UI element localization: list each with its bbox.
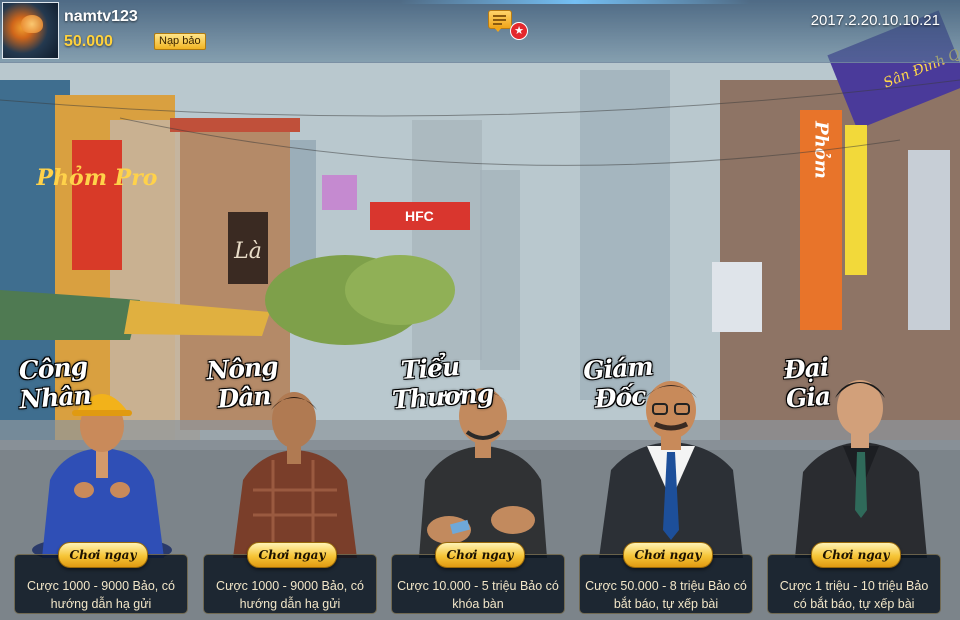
play-now-button[interactable]: Chơi ngay [811,542,901,568]
balance-amount: 50.000 [64,33,113,50]
game-title: Giám Đốc [582,351,654,414]
game-title: Công Nhân [17,351,92,415]
jellyfish-icon [21,15,43,33]
topup-button[interactable]: Nạp bảo [154,33,206,50]
game-title: Đại Gia [782,352,831,414]
game-card-cong-nhan: Công Nhân Cược 1000 - 9000 Bảo, có hướng… [14,300,190,616]
svg-text:Phỏm Pro: Phỏm Pro [36,165,158,191]
game-card-tieu-thuong: Tiểu Thương Cược 10.000 - 5 triệu Bảo có… [391,300,567,616]
play-now-button[interactable]: Chơi ngay [435,542,525,568]
top-glow-divider [400,0,750,4]
datetime-display: 2017.2.20.10.10.21 [810,12,940,29]
play-now-button[interactable]: Chơi ngay [58,542,148,568]
svg-text:Là: Là [233,239,262,264]
game-title: Nông Dân [205,351,279,414]
game-title: Tiểu Thương [391,352,495,415]
username: namtv123 [64,8,138,25]
game-card-giam-doc: Giám Đốc Cược 50.000 - 8 triệu Bảo có bắ… [579,300,755,616]
svg-text:HFC: HFC [405,208,434,224]
top-bar: namtv123 50.000 Nạp bảo ★ 2017.2.20.10.1… [0,0,960,63]
avatar[interactable] [2,2,59,59]
game-card-dai-gia: Đại Gia Cược 1 triệu - 10 triệu Bảo có b… [767,300,943,616]
game-card-nong-dan: Nông Dân Cược 1000 - 9000 Bảo, có hướng … [203,300,379,616]
chat-icon[interactable] [488,10,512,32]
notification-badge[interactable]: ★ [510,22,528,40]
play-now-button[interactable]: Chơi ngay [247,542,337,568]
play-now-button[interactable]: Chơi ngay [623,542,713,568]
